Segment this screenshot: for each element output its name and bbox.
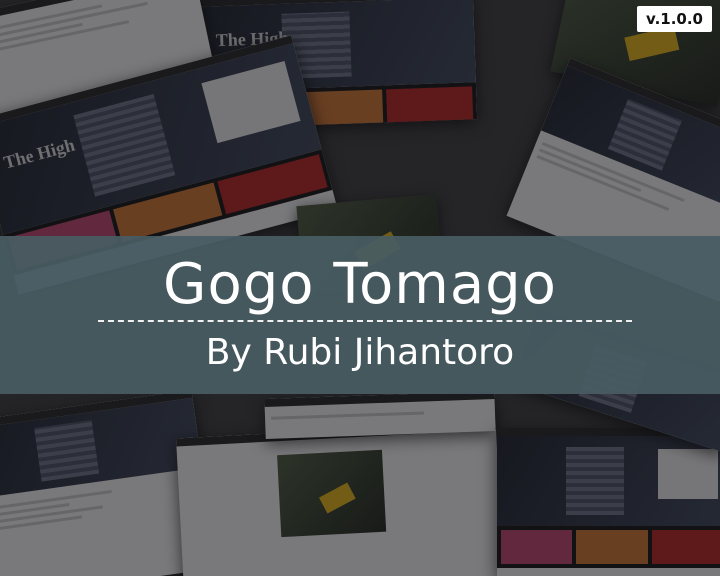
app-title: Gogo Tomago xyxy=(163,252,557,317)
version-badge: v.1.0.0 xyxy=(637,6,712,32)
title-divider xyxy=(98,320,632,322)
title-banner: Gogo Tomago By Rubi Jihantoro xyxy=(0,236,720,394)
author-subtitle: By Rubi Jihantoro xyxy=(205,332,515,373)
